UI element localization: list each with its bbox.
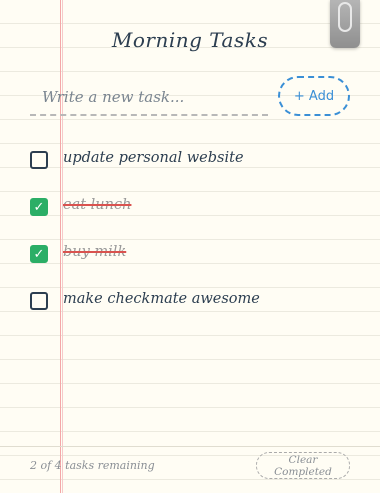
task-item: ✓ buy milk [30,242,350,266]
clear-completed-button[interactable]: Clear Completed [256,452,350,479]
footer-divider [0,446,380,447]
tasks-remaining-count: 2 of 4 tasks remaining [30,459,155,472]
task-label: eat lunch [63,197,132,213]
task-checkbox-checked[interactable]: ✓ [30,198,48,216]
new-task-input[interactable] [30,80,268,116]
task-item: make checkmate awesome [30,289,350,313]
checkmark-icon: ✓ [33,247,45,262]
task-label: make checkmate awesome [63,291,260,307]
task-label: buy milk [63,244,127,260]
checkmark-icon: ✓ [33,200,45,215]
task-checkbox-checked[interactable]: ✓ [30,245,48,263]
task-checkbox[interactable] [30,292,48,310]
task-item: update personal website [30,148,350,172]
page-title: Morning Tasks [111,28,269,52]
task-item: ✓ eat lunch [30,195,350,219]
task-checkbox[interactable] [30,151,48,169]
task-label: update personal website [63,150,244,166]
add-task-button[interactable]: + Add [278,76,350,116]
